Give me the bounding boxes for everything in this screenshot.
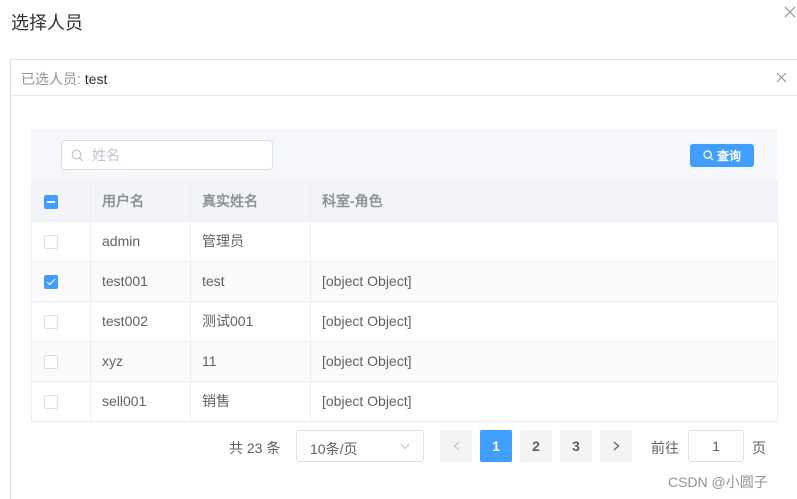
select-all-checkbox[interactable] (44, 195, 58, 210)
dept-role-cell (310, 220, 778, 262)
dialog-title: 选择人员 (11, 13, 83, 33)
username-cell: test002 (90, 300, 191, 342)
pagination: 共 23 条 10条/页 1 2 3 前往 页 (0, 430, 797, 462)
page-button-2[interactable]: 2 (520, 430, 552, 462)
realname-cell: 管理员 (190, 220, 311, 262)
name-search-input[interactable] (92, 146, 262, 164)
search-toolbar: 查询 (31, 129, 777, 182)
goto-page-input[interactable] (688, 430, 744, 462)
clear-selection-icon[interactable] (776, 72, 787, 83)
close-icon[interactable] (784, 6, 796, 18)
row-select-cell (31, 340, 91, 382)
username-cell: xyz (90, 340, 191, 382)
chevron-down-icon (400, 443, 410, 450)
page-size-value: 10条/页 (310, 441, 358, 457)
name-search-field[interactable] (61, 140, 273, 170)
page-size-select[interactable]: 10条/页 (296, 430, 424, 462)
selected-users-bar: 已选人员: test (11, 60, 797, 96)
prev-page-button[interactable] (440, 430, 472, 462)
row-checkbox[interactable] (44, 395, 58, 410)
table-row[interactable]: admin 管理员 (31, 220, 778, 262)
chevron-right-icon (613, 441, 619, 451)
dept-role-cell: [object Object] (310, 380, 778, 422)
page-button-3[interactable]: 3 (560, 430, 592, 462)
row-select-cell (31, 220, 91, 262)
table-row[interactable]: sell001 销售 [object Object] (31, 380, 778, 422)
row-select-cell (31, 260, 91, 302)
page-unit-label: 页 (752, 440, 766, 456)
row-checkbox[interactable] (44, 355, 58, 370)
table-row[interactable]: xyz 11 [object Object] (31, 340, 778, 382)
column-header-realname[interactable]: 真实姓名 (190, 182, 311, 222)
realname-cell: 11 (190, 340, 311, 382)
selected-users-tag: 已选人员: test (21, 69, 107, 89)
username-cell: test001 (90, 260, 191, 302)
user-table: 用户名 真实姓名 科室-角色 admin 管理员 test001 test [o… (31, 182, 778, 422)
goto-label: 前往 (651, 440, 679, 456)
dept-role-cell: [object Object] (310, 260, 778, 302)
table-header-row: 用户名 真实姓名 科室-角色 (31, 182, 778, 222)
total-count: 共 23 条 (229, 440, 281, 456)
row-checkbox[interactable] (44, 315, 58, 330)
username-cell: sell001 (90, 380, 191, 422)
selected-users-label: 已选人员: (21, 71, 81, 87)
table-row[interactable]: test002 测试001 [object Object] (31, 300, 778, 342)
row-select-cell (31, 380, 91, 422)
query-button-label: 查询 (716, 149, 741, 163)
row-checkbox[interactable] (44, 235, 58, 250)
row-select-cell (31, 300, 91, 342)
selected-users-value: test (84, 71, 108, 87)
chevron-left-icon (453, 441, 459, 451)
table-row[interactable]: test001 test [object Object] (31, 260, 778, 302)
watermark: CSDN @小圆子 (668, 474, 768, 490)
column-header-username[interactable]: 用户名 (90, 182, 191, 222)
realname-cell: test (190, 260, 311, 302)
column-header-dept-role[interactable]: 科室-角色 (310, 182, 778, 222)
username-cell: admin (90, 220, 191, 262)
realname-cell: 测试001 (190, 300, 311, 342)
dept-role-cell: [object Object] (310, 340, 778, 382)
select-all-cell (31, 182, 91, 222)
search-icon (703, 150, 714, 161)
page-button-1[interactable]: 1 (480, 430, 512, 462)
next-page-button[interactable] (600, 430, 632, 462)
search-icon (71, 149, 84, 162)
realname-cell: 销售 (190, 380, 311, 422)
query-button[interactable]: 查询 (690, 144, 754, 167)
dept-role-cell: [object Object] (310, 300, 778, 342)
user-table-panel: 查询 用户名 真实姓名 科室-角色 admin 管理员 test001 test… (31, 129, 778, 423)
row-checkbox[interactable] (44, 275, 58, 290)
